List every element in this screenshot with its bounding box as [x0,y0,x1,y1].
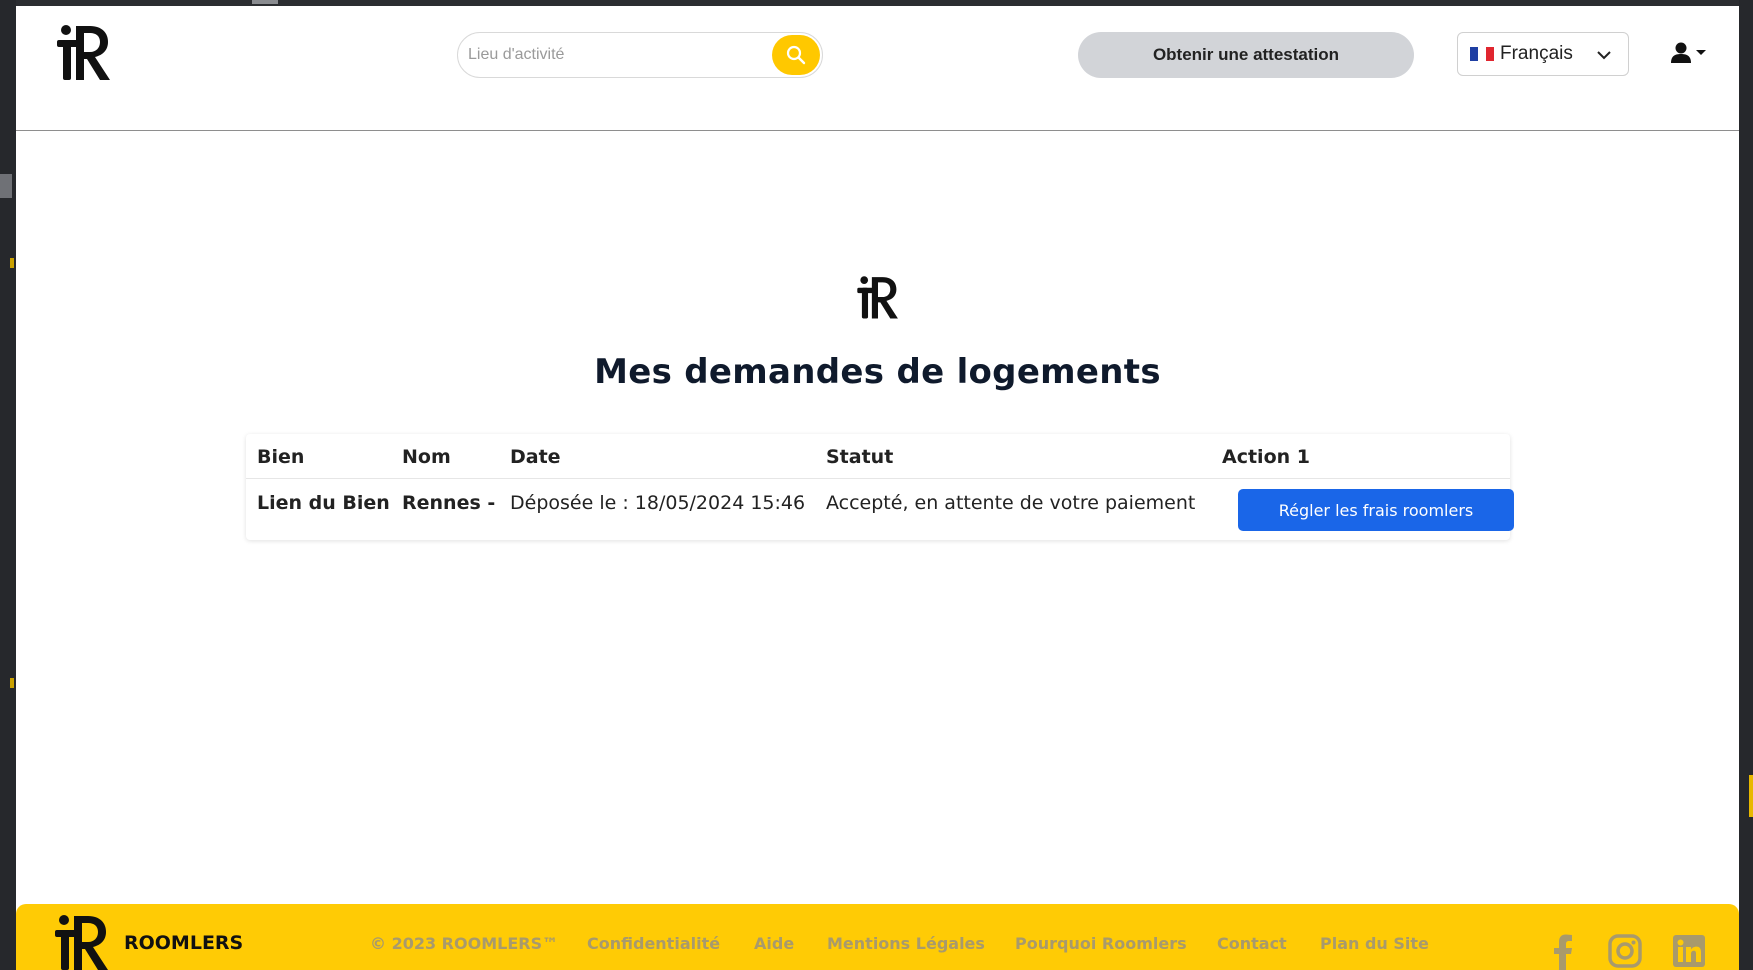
search-icon [786,45,806,65]
get-attestation-button[interactable]: Obtenir une attestation [1078,32,1414,78]
content-logo [856,274,900,320]
footer-link-contact[interactable]: Contact [1217,934,1287,953]
footer: ROOMLERS © 2023 ROOMLERS™ Confidentialit… [16,904,1739,970]
search-input[interactable] [468,41,758,69]
language-label: Français [1500,43,1573,64]
roomlers-logo[interactable] [56,22,112,82]
frame-marker [1749,775,1753,817]
window-tab-indicator [252,0,278,4]
footer-brand: ROOMLERS [124,932,244,954]
footer-link-plan-du-site[interactable]: Plan du Site [1320,934,1429,953]
column-header-bien: Bien [257,446,305,468]
column-header-action: Action 1 [1222,446,1310,468]
search-box [457,32,823,78]
footer-link-pourquoi-roomlers[interactable]: Pourquoi Roomlers [1015,934,1187,953]
chevron-down-icon [1597,51,1611,60]
frame-marker [10,258,14,268]
facebook-icon[interactable] [1552,934,1574,970]
window-frame-left [0,0,16,970]
footer-link-aide[interactable]: Aide [754,934,794,953]
footer-logo [54,912,110,970]
column-header-date: Date [510,446,561,468]
table-divider [246,478,1510,479]
search-button[interactable] [772,35,820,75]
linkedin-icon[interactable] [1672,934,1706,970]
footer-link-confidentialite[interactable]: Confidentialité [587,934,720,953]
page: Obtenir une attestation Français [16,6,1739,970]
footer-link-mentions-legales[interactable]: Mentions Légales [827,934,985,953]
header: Obtenir une attestation Français [16,6,1739,131]
column-header-nom: Nom [402,446,451,468]
column-header-statut: Statut [826,446,894,468]
cell-nom: Rennes - [402,492,496,514]
page-title: Mes demandes de logements [594,352,1161,392]
requests-table: Bien Nom Date Statut Action 1 Lien du Bi… [246,434,1514,540]
user-menu[interactable] [1670,42,1714,68]
user-icon [1671,42,1706,63]
property-link[interactable]: Lien du Bien [257,492,390,514]
frame-marker [10,678,14,688]
cell-statut: Accepté, en attente de votre paiement [826,492,1196,514]
footer-copyright: © 2023 ROOMLERS™ [370,934,559,953]
frame-handle [0,174,12,198]
cell-date: Déposée le : 18/05/2024 15:46 [510,492,806,514]
pay-fees-button[interactable]: Régler les frais roomlers [1238,489,1514,531]
language-selector[interactable]: Français [1457,32,1629,76]
window-frame-right [1739,0,1753,970]
france-flag-icon [1470,47,1494,61]
instagram-icon[interactable] [1608,934,1642,970]
